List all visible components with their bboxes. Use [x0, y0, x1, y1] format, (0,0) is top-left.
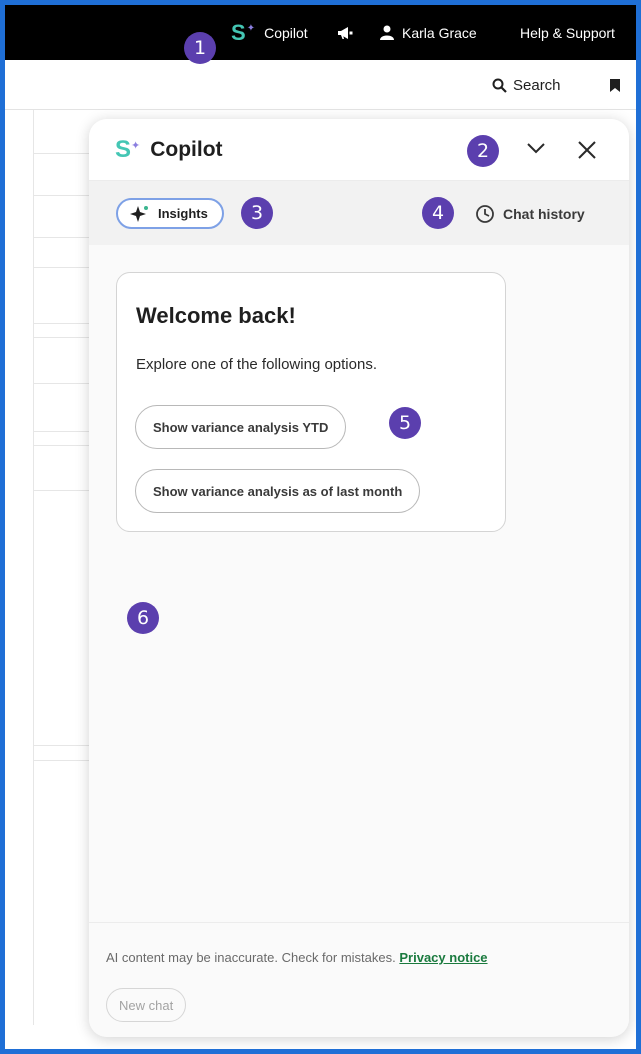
background-row-line: [33, 383, 93, 384]
close-icon[interactable]: [576, 139, 598, 166]
background-row-line: [33, 153, 93, 154]
screenshot-frame: S ✦ Copilot Karla Grace Help & Support S…: [0, 0, 641, 1054]
search-button[interactable]: Search: [492, 60, 561, 110]
background-row-line: [33, 195, 93, 196]
background-row-line: [33, 431, 93, 432]
background-row-line: [33, 490, 93, 491]
chat-history-button[interactable]: Chat history: [475, 198, 585, 229]
copilot-nav-button[interactable]: S ✦ Copilot: [231, 5, 308, 60]
secondary-toolbar: Search: [5, 60, 636, 110]
disclaimer-text: AI content may be inaccurate. Check for …: [106, 950, 396, 965]
chat-history-label: Chat history: [503, 205, 585, 222]
callout-badge: 2: [467, 135, 499, 167]
panel-title-text: Copilot: [150, 138, 223, 161]
bookmark-icon[interactable]: [610, 79, 620, 97]
copilot-logo-icon: S: [231, 19, 246, 45]
panel-footer: AI content may be inaccurate. Check for …: [89, 922, 629, 1037]
suggestion-button-ytd[interactable]: Show variance analysis YTD: [135, 405, 347, 449]
panel-header: S ✦ Copilot: [89, 119, 629, 181]
background-column-divider: [33, 110, 34, 1025]
new-chat-button[interactable]: New chat: [106, 988, 187, 1022]
callout-badge: 1: [184, 32, 216, 64]
welcome-heading: Welcome back!: [136, 303, 296, 328]
callout-badge: 6: [127, 602, 159, 634]
clock-icon: [476, 204, 494, 223]
megaphone-icon[interactable]: [336, 5, 354, 60]
help-support-link[interactable]: Help & Support: [520, 5, 615, 60]
welcome-card: Welcome back! Explore one of the followi…: [116, 272, 506, 532]
callout-badge: 4: [422, 197, 454, 229]
callout-badge: 3: [241, 197, 273, 229]
sparkle-icon: [130, 205, 148, 222]
search-label: Search: [513, 76, 561, 94]
user-name: Karla Grace: [402, 24, 477, 41]
panel-subheader: Insights Chat history: [89, 181, 629, 245]
copilot-logo-icon: S: [115, 136, 132, 163]
background-row-line: [33, 237, 93, 238]
user-icon: [380, 25, 394, 40]
background-row-line: [33, 267, 93, 268]
sparkle-icon: ✦: [131, 139, 141, 152]
ai-disclaimer: AI content may be inaccurate. Check for …: [106, 950, 488, 965]
background-row-line: [33, 337, 93, 338]
privacy-notice-link[interactable]: Privacy notice: [399, 950, 487, 965]
copilot-panel: S ✦ Copilot Insights Chat history Welcom…: [89, 119, 629, 1037]
insights-label: Insights: [158, 206, 208, 221]
copilot-nav-label: Copilot: [264, 24, 308, 41]
suggestion-button-last-month[interactable]: Show variance analysis as of last month: [135, 469, 421, 513]
background-row-line: [33, 745, 93, 746]
background-row-line: [33, 445, 93, 446]
background-row-line: [33, 323, 93, 324]
search-icon: [492, 78, 507, 93]
chevron-down-icon[interactable]: [525, 141, 547, 160]
sparkle-icon: ✦: [246, 23, 256, 34]
user-menu[interactable]: Karla Grace: [380, 5, 477, 60]
callout-badge: 5: [389, 407, 421, 439]
welcome-subtext: Explore one of the following options.: [136, 356, 377, 373]
top-nav-bar: S ✦ Copilot Karla Grace Help & Support: [5, 5, 636, 60]
panel-title: S ✦ Copilot: [115, 119, 223, 181]
background-row-line: [33, 760, 93, 761]
insights-button[interactable]: Insights: [116, 198, 224, 229]
